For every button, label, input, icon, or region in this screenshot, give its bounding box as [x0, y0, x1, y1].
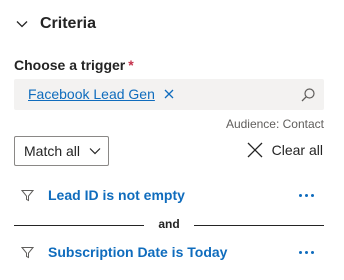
condition-row: Lead ID is not empty	[14, 184, 324, 206]
filter-icon	[20, 245, 34, 259]
close-icon[interactable]	[163, 88, 175, 100]
match-all-dropdown[interactable]: Match all	[14, 136, 109, 166]
close-icon	[246, 141, 264, 159]
search-icon[interactable]	[298, 85, 318, 105]
condition-link[interactable]: Subscription Date is Today	[48, 244, 227, 260]
condition-row: Subscription Date is Today	[14, 241, 324, 263]
trigger-label-text: Choose a trigger	[14, 57, 126, 73]
operator-label: and	[158, 217, 180, 231]
match-all-label: Match all	[24, 143, 81, 159]
trigger-field-label: Choose a trigger *	[14, 57, 134, 73]
clear-all-button[interactable]: Clear all	[246, 141, 323, 159]
and-separator: and	[14, 217, 324, 233]
audience-label: Audience: Contact	[225, 117, 324, 131]
selected-trigger-link[interactable]: Facebook Lead Gen	[28, 86, 155, 102]
clear-all-label: Clear all	[271, 142, 323, 158]
trigger-picker[interactable]: Facebook Lead Gen	[14, 79, 324, 110]
criteria-section-header: Criteria	[14, 12, 96, 36]
separator-line	[194, 225, 324, 226]
chevron-down-icon[interactable]	[14, 16, 30, 32]
condition-link[interactable]: Lead ID is not empty	[48, 187, 185, 203]
selected-trigger-tag: Facebook Lead Gen	[28, 85, 175, 103]
filter-icon	[20, 188, 34, 202]
more-horizontal-icon[interactable]	[296, 243, 316, 261]
required-marker: *	[128, 57, 134, 73]
chevron-down-icon	[88, 144, 102, 158]
more-horizontal-icon[interactable]	[296, 186, 316, 204]
section-title: Criteria	[40, 15, 97, 32]
